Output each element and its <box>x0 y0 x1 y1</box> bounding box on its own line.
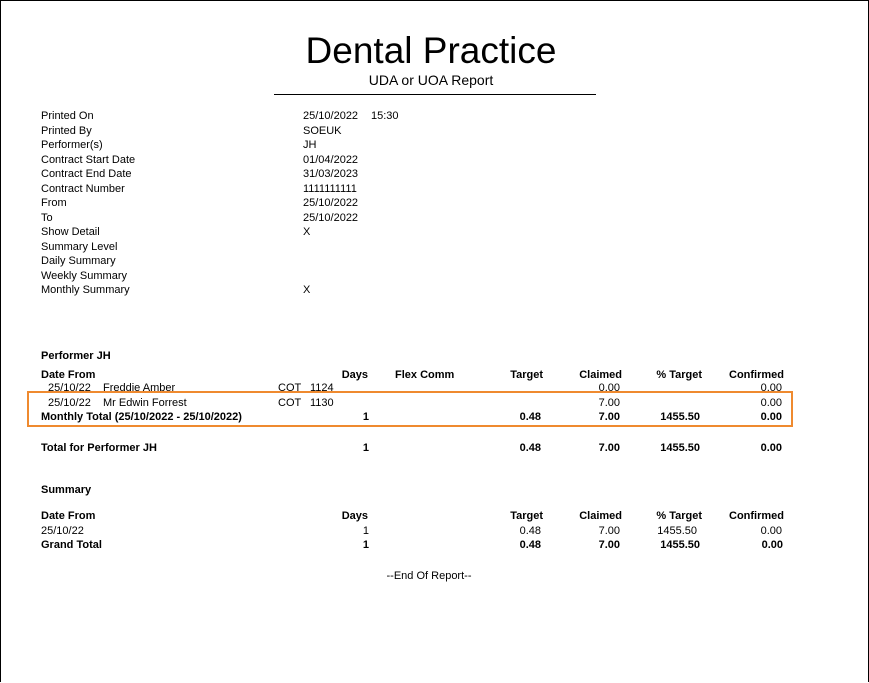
row-confirmed: 0.00 <box>760 382 782 391</box>
table-row: 25/10/22 Freddie Amber COT 1124 0.00 0.0… <box>1 382 861 391</box>
performer-total-label: Total for Performer JH <box>41 442 157 454</box>
performer-total-claimed: 7.00 <box>598 442 620 454</box>
info-value: X <box>303 284 311 296</box>
performer-total-pct-target: 1455.50 <box>660 442 700 454</box>
grand-total-target: 0.48 <box>519 539 541 551</box>
info-label: Printed On <box>41 110 94 122</box>
info-value: X <box>303 226 311 238</box>
row-claimed: 0.00 <box>598 382 620 391</box>
summary-row-pct-target: 1455.50 <box>657 525 697 537</box>
info-label: Show Detail <box>41 226 100 238</box>
end-of-report: --End Of Report-- <box>386 570 472 582</box>
row-date: 25/10/22 <box>48 382 91 391</box>
info-value: 31/03/2023 <box>303 168 359 180</box>
report-page: Dental Practice UDA or UOA Report Printe… <box>0 0 869 682</box>
summary-col-days: Days <box>341 510 368 522</box>
grand-total-claimed: 7.00 <box>598 539 620 551</box>
summary-row-claimed: 7.00 <box>598 525 620 537</box>
info-label: Weekly Summary <box>41 270 127 282</box>
highlight-box <box>27 391 793 427</box>
report-subtitle: UDA or UOA Report <box>368 72 494 88</box>
info-label: Summary Level <box>41 241 118 253</box>
info-label: Daily Summary <box>41 255 116 267</box>
summary-col-confirmed: Confirmed <box>729 510 784 522</box>
summary-col-target: Target <box>510 510 543 522</box>
col-date-from: Date From <box>41 369 96 381</box>
info-value: 25/10/2022 <box>303 110 359 122</box>
row-code: COT <box>278 382 302 391</box>
summary-row-days: 1 <box>362 525 369 537</box>
col-claimed: Claimed <box>579 369 622 381</box>
info-label: Contract End Date <box>41 168 132 180</box>
grand-total-confirmed: 0.00 <box>761 539 783 551</box>
summary-col-date-from: Date From <box>41 510 96 522</box>
info-value: JH <box>303 139 317 151</box>
info-label: From <box>41 197 67 209</box>
performer-total-days: 1 <box>362 442 369 454</box>
col-days: Days <box>341 369 368 381</box>
col-confirmed: Confirmed <box>729 369 784 381</box>
row-patient-name: Freddie Amber <box>103 382 176 391</box>
col-pct-target: % Target <box>656 369 702 381</box>
performer-total-target: 0.48 <box>519 442 541 454</box>
performer-heading: Performer JH <box>41 350 111 362</box>
info-value: 25/10/2022 <box>303 197 359 209</box>
info-value: 25/10/2022 <box>303 212 359 224</box>
info-label: To <box>41 212 53 224</box>
performer-total-confirmed: 0.00 <box>760 442 782 454</box>
info-label: Contract Start Date <box>41 154 136 166</box>
grand-total-label: Grand Total <box>41 539 102 551</box>
info-label: Performer(s) <box>41 139 103 151</box>
summary-col-pct-target: % Target <box>656 510 702 522</box>
info-value: SOEUK <box>303 125 342 137</box>
grand-total-days: 1 <box>362 539 369 551</box>
summary-col-claimed: Claimed <box>579 510 622 522</box>
grand-total-pct-target: 1455.50 <box>660 539 700 551</box>
info-label: Contract Number <box>41 183 125 195</box>
col-target: Target <box>510 369 543 381</box>
col-flex-comm: Flex Comm <box>395 369 455 381</box>
info-label: Printed By <box>41 125 92 137</box>
info-time: 15:30 <box>371 110 399 122</box>
summary-row-confirmed: 0.00 <box>760 525 782 537</box>
info-label: Monthly Summary <box>41 284 130 296</box>
info-value: 1111111111 <box>303 183 357 195</box>
summary-row-target: 0.48 <box>519 525 541 537</box>
summary-row-date: 25/10/22 <box>41 525 84 537</box>
row-number: 1124 <box>310 382 334 391</box>
info-value: 01/04/2022 <box>303 154 359 166</box>
summary-heading: Summary <box>41 484 92 496</box>
report-title: Dental Practice <box>305 30 557 71</box>
title-divider <box>274 94 596 95</box>
